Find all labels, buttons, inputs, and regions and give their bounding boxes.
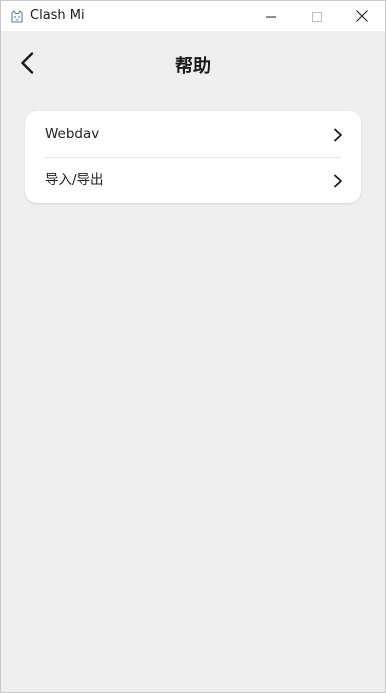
menu-item-webdav[interactable]: Webdav [25, 111, 361, 157]
close-icon [356, 7, 368, 26]
page-title: 帮助 [175, 56, 211, 77]
minimize-button[interactable] [248, 1, 294, 31]
close-button[interactable] [339, 1, 385, 31]
menu-item-label: 导入/导出 [45, 172, 104, 188]
clash-mi-cat-icon [10, 9, 24, 23]
app-window: Clash Mi 帮助 Webdav 导入/导出 [0, 0, 386, 693]
minimize-icon [266, 7, 276, 26]
chevron-right-icon [333, 127, 343, 142]
menu-item-import-export[interactable]: 导入/导出 [25, 157, 361, 203]
title-bar[interactable]: Clash Mi [1, 1, 385, 31]
maximize-button[interactable] [294, 1, 340, 31]
chevron-right-icon [333, 173, 343, 188]
maximize-icon [312, 7, 322, 26]
help-menu-card: Webdav 导入/导出 [25, 111, 361, 203]
window-title: Clash Mi [30, 8, 85, 23]
page-header: 帮助 [1, 31, 385, 103]
menu-item-label: Webdav [45, 126, 100, 142]
